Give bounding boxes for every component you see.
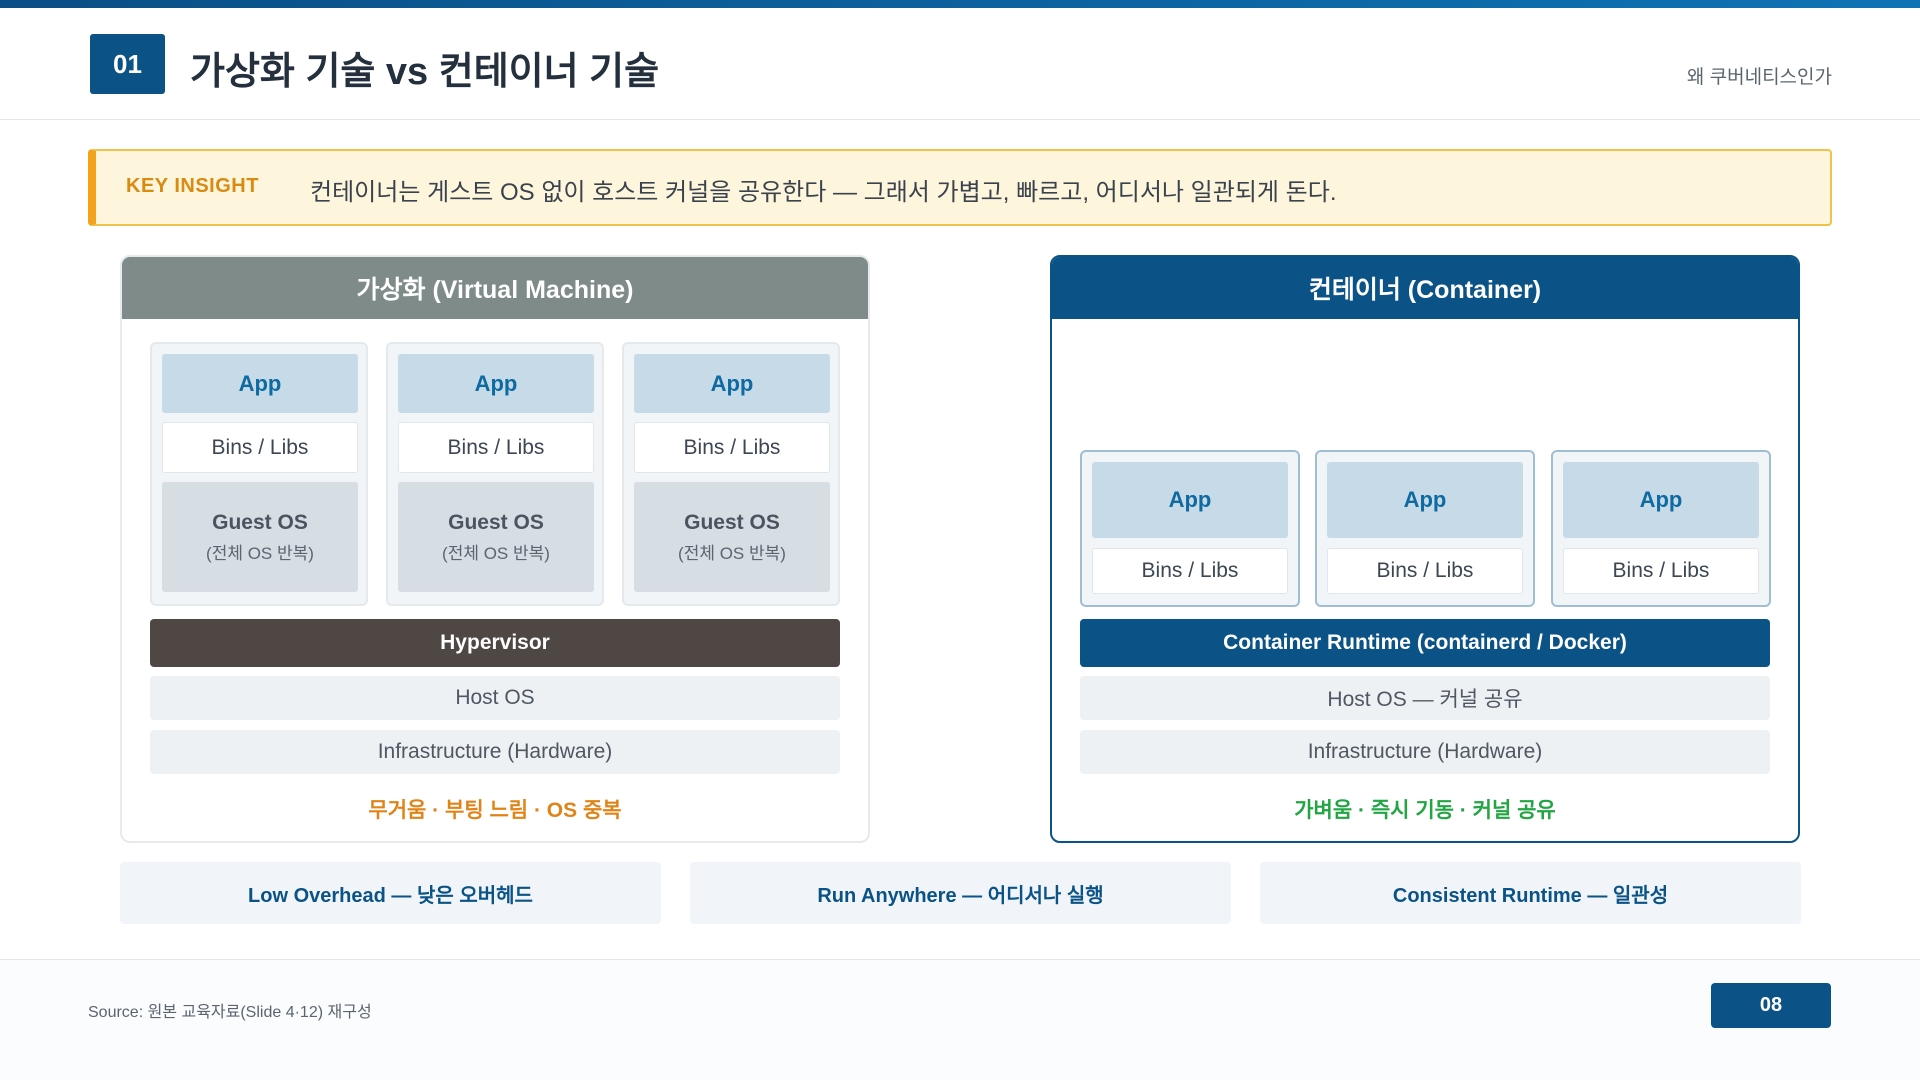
slide-header: 01 가상화 기술 vs 컨테이너 기술 왜 쿠버네티스인가: [0, 8, 1920, 120]
slide-footer: Source: 원본 교육자료(Slide 4·12) 재구성 08: [0, 960, 1920, 1080]
vm-stack: App Bins / Libs Guest OS (전체 OS 반복): [150, 342, 368, 606]
benefit-run-anywhere: Run Anywhere — 어디서나 실행: [690, 862, 1231, 924]
section-badge: 01: [90, 34, 165, 94]
top-accent-bar: [0, 0, 1920, 8]
guest-os-title: Guest OS: [212, 510, 308, 534]
page-number: 08: [1711, 983, 1831, 1028]
source-note: Source: 원본 교육자료(Slide 4·12) 재구성: [88, 1004, 372, 1021]
vm-stack: App Bins / Libs Guest OS (전체 OS 반복): [622, 342, 840, 606]
benefit-consistent-runtime: Consistent Runtime — 일관성: [1260, 862, 1801, 924]
container-stack: App Bins / Libs: [1551, 450, 1771, 607]
vm-stack: App Bins / Libs Guest OS (전체 OS 반복): [386, 342, 604, 606]
vm-panel-title: 가상화 (Virtual Machine): [122, 257, 868, 319]
bins-libs-layer: Bins / Libs: [398, 422, 594, 473]
insight-label: KEY INSIGHT: [126, 175, 259, 197]
infrastructure-layer: Infrastructure (Hardware): [1080, 730, 1770, 774]
app-layer: App: [1327, 462, 1523, 538]
infrastructure-layer: Infrastructure (Hardware): [150, 730, 840, 774]
guest-os-layer: Guest OS (전체 OS 반복): [162, 482, 358, 592]
bins-libs-layer: Bins / Libs: [1327, 548, 1523, 594]
guest-os-layer: Guest OS (전체 OS 반복): [398, 482, 594, 592]
app-layer: App: [398, 354, 594, 413]
bins-libs-layer: Bins / Libs: [162, 422, 358, 473]
container-summary: 가벼움 · 즉시 기동 · 커널 공유: [1294, 799, 1556, 822]
host-os-layer: Host OS — 커널 공유: [1080, 676, 1770, 720]
guest-os-title: Guest OS: [684, 510, 780, 534]
bins-libs-layer: Bins / Libs: [634, 422, 830, 473]
bins-libs-layer: Bins / Libs: [1563, 548, 1759, 594]
guest-os-note: (전체 OS 반복): [442, 543, 550, 563]
benefit-low-overhead: Low Overhead — 낮은 오버헤드: [120, 862, 661, 924]
guest-os-note: (전체 OS 반복): [678, 543, 786, 563]
app-layer: App: [1563, 462, 1759, 538]
container-panel-title: 컨테이너 (Container): [1052, 257, 1798, 319]
page-title: 가상화 기술 vs 컨테이너 기술: [190, 51, 660, 93]
app-layer: App: [634, 354, 830, 413]
vm-panel: 가상화 (Virtual Machine) App Bins / Libs Gu…: [120, 255, 870, 843]
guest-os-title: Guest OS: [448, 510, 544, 534]
guest-os-note: (전체 OS 반복): [206, 543, 314, 563]
hypervisor-layer: Hypervisor: [150, 619, 840, 667]
container-panel: 컨테이너 (Container) App Bins / Libs App Bin…: [1050, 255, 1800, 843]
topic-label: 왜 쿠버네티스인가: [1686, 67, 1832, 88]
container-runtime-layer: Container Runtime (containerd / Docker): [1080, 619, 1770, 667]
insight-text: 컨테이너는 게스트 OS 없이 호스트 커널을 공유한다 — 그래서 가볍고, …: [310, 179, 1337, 206]
app-layer: App: [162, 354, 358, 413]
container-stack: App Bins / Libs: [1080, 450, 1300, 607]
app-layer: App: [1092, 462, 1288, 538]
vm-summary: 무거움 · 부팅 느림 · OS 중복: [368, 799, 622, 822]
bins-libs-layer: Bins / Libs: [1092, 548, 1288, 594]
host-os-layer: Host OS: [150, 676, 840, 720]
key-insight-callout: KEY INSIGHT 컨테이너는 게스트 OS 없이 호스트 커널을 공유한다…: [88, 149, 1832, 226]
guest-os-layer: Guest OS (전체 OS 반복): [634, 482, 830, 592]
container-stack: App Bins / Libs: [1315, 450, 1535, 607]
